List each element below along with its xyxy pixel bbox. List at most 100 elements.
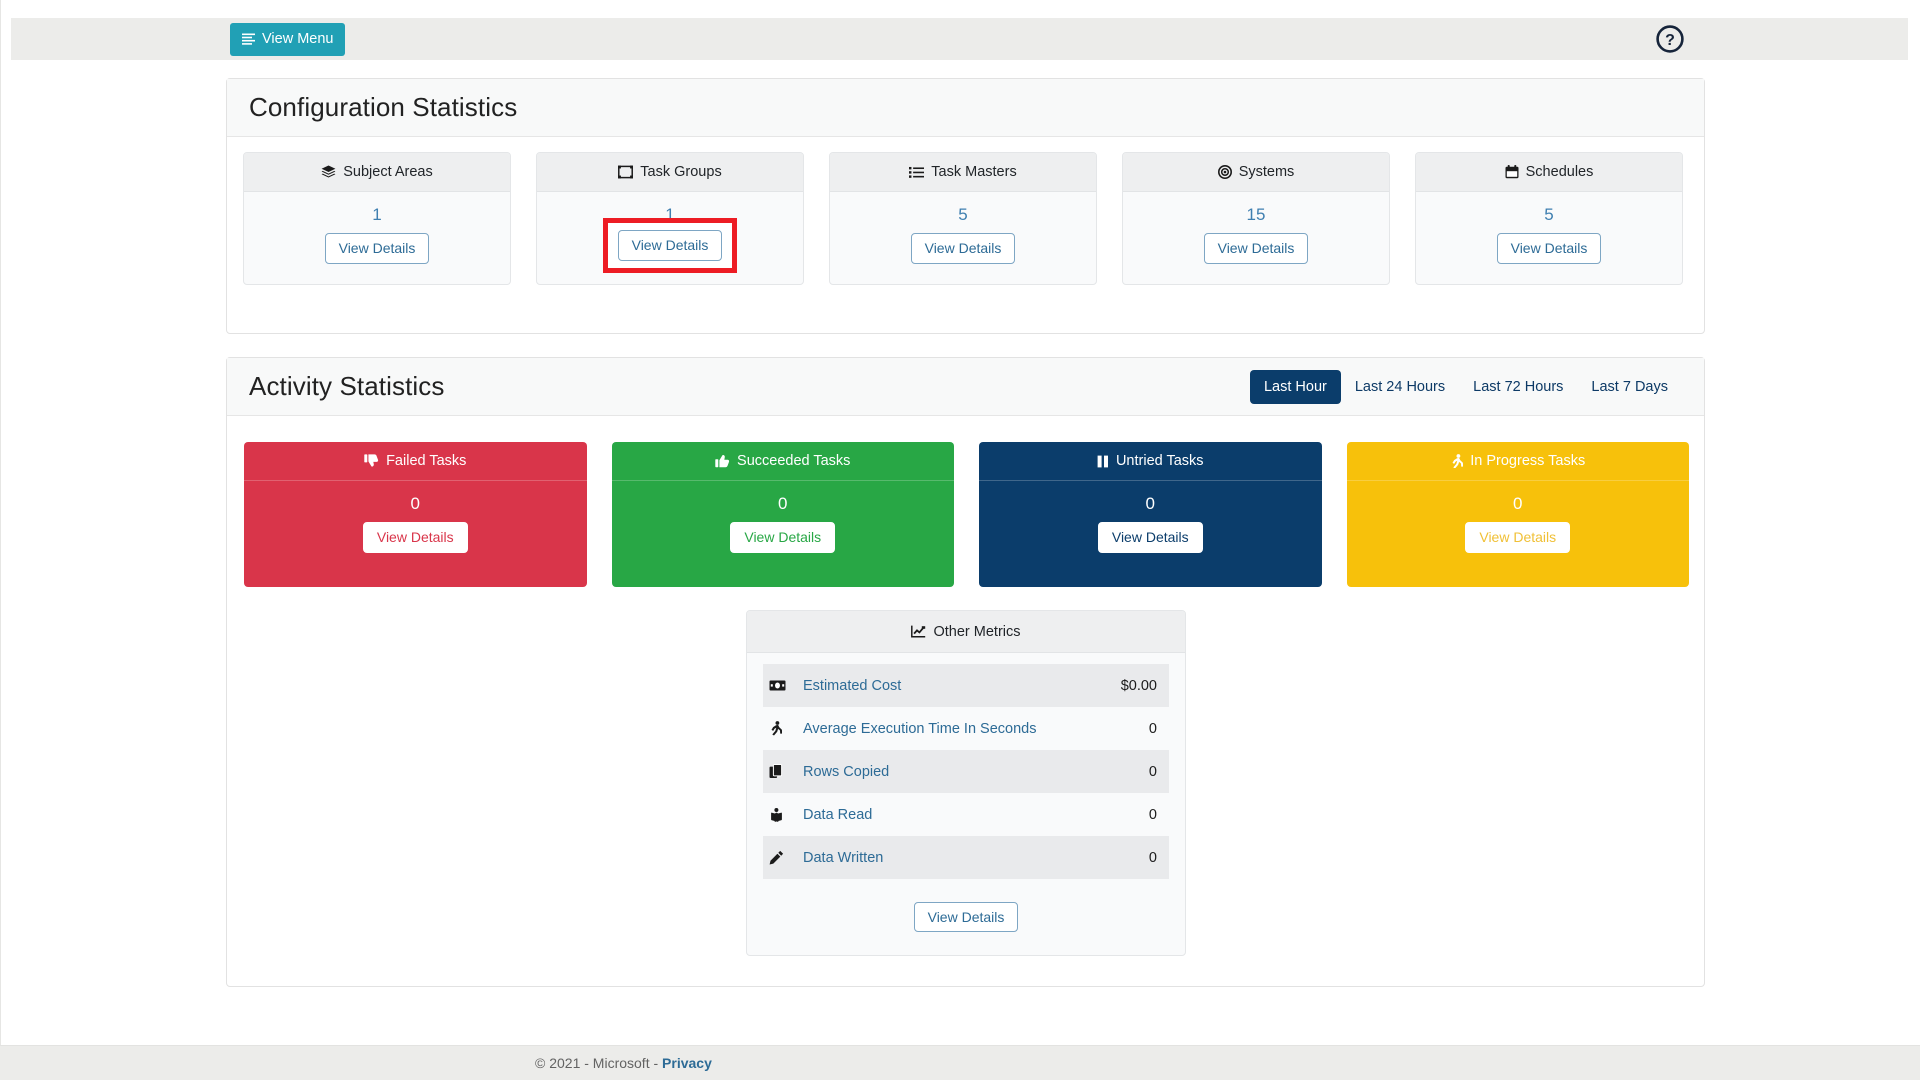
config-card-task-groups: Task Groups 1 View Details — [536, 152, 804, 285]
range-button-last-72-hours[interactable]: Last 72 Hours — [1459, 370, 1577, 404]
task-card-succeeded: Succeeded Tasks 0 View Details — [611, 442, 954, 587]
task-card-label: Succeeded Tasks — [737, 453, 851, 469]
view-details-button-subject-areas[interactable]: View Details — [324, 233, 430, 264]
config-card-body: 1 View Details — [537, 192, 803, 284]
config-card-header: Subject Areas — [244, 153, 510, 192]
task-card-label: In Progress Tasks — [1470, 453, 1586, 469]
config-card-label: Task Masters — [931, 164, 1017, 180]
view-details-button-in-progress-tasks[interactable]: View Details — [1465, 522, 1571, 553]
hamburger-icon — [242, 33, 256, 46]
other-metrics-card: Other Metrics Estimated Cost $0.00 Avera… — [746, 610, 1186, 956]
task-card-in-progress: In Progress Tasks 0 View Details — [1346, 442, 1690, 587]
config-card-header: Task Masters — [830, 153, 1096, 192]
task-card-count: 0 — [410, 494, 420, 513]
thumbs-down-icon — [364, 454, 379, 468]
view-details-button-other-metrics[interactable]: View Details — [913, 901, 1019, 933]
task-card-body: 0 View Details — [979, 481, 1322, 587]
activity-statistics-header: Activity Statistics Last Hour Last 24 Ho… — [227, 358, 1704, 416]
view-menu-label: View Menu — [262, 31, 334, 47]
config-card-header: Schedules — [1416, 153, 1682, 192]
pause-icon — [1097, 455, 1109, 468]
metric-label: Estimated Cost — [803, 677, 902, 694]
config-card-schedules: Schedules 5 View Details — [1415, 152, 1683, 285]
config-card-count: 5 — [1544, 205, 1554, 224]
range-button-last-7-days[interactable]: Last 7 Days — [1577, 370, 1682, 404]
task-card-count: 0 — [1145, 494, 1155, 513]
running-icon — [1450, 454, 1464, 468]
config-card-label: Subject Areas — [343, 164, 433, 180]
metric-label: Data Read — [803, 806, 873, 823]
object-group-icon — [618, 165, 634, 179]
activity-statistics-title: Activity Statistics — [249, 371, 445, 401]
config-card-body: 5 View Details — [830, 192, 1096, 284]
task-card-untried: Untried Tasks 0 View Details — [979, 442, 1322, 587]
help-circle-icon[interactable]: ? — [1655, 24, 1685, 54]
metric-label: Average Execution Time In Seconds — [803, 720, 1037, 737]
layers-icon — [321, 165, 336, 179]
range-button-last-24-hours[interactable]: Last 24 Hours — [1341, 370, 1459, 404]
configuration-statistics-header: Configuration Statistics — [227, 79, 1704, 137]
config-card-header: Systems — [1123, 153, 1389, 192]
configuration-statistics-title: Configuration Statistics — [249, 92, 518, 122]
chart-line-icon — [911, 625, 926, 638]
config-card-body: 1 View Details — [244, 192, 510, 284]
config-card-label: Schedules — [1525, 164, 1594, 180]
highlight-annotation-box: View Details — [603, 218, 737, 273]
activity-statistics-panel: Activity Statistics Last Hour Last 24 Ho… — [226, 357, 1705, 987]
metric-row-rows-copied: Rows Copied 0 — [763, 750, 1169, 793]
top-navigation-bar: View Menu ? — [11, 18, 1908, 60]
task-card-label: Untried Tasks — [1115, 453, 1204, 469]
task-card-label: Failed Tasks — [386, 453, 467, 469]
other-metrics-footer: View Details — [747, 879, 1185, 955]
metric-label: Data Written — [803, 849, 884, 866]
other-metrics-header: Other Metrics — [747, 611, 1185, 653]
task-card-body: 0 View Details — [1347, 481, 1690, 587]
task-card-body: 0 View Details — [244, 481, 587, 587]
metric-row-estimated-cost: Estimated Cost $0.00 — [763, 664, 1169, 707]
copyright-text: © 2021 - Microsoft - — [535, 1055, 663, 1071]
metric-value: 0 — [1148, 849, 1157, 866]
task-card-header: Untried Tasks — [979, 442, 1322, 481]
view-details-button-untried-tasks[interactable]: View Details — [1097, 522, 1203, 553]
metric-label: Rows Copied — [803, 763, 890, 780]
view-details-button-failed-tasks[interactable]: View Details — [362, 522, 468, 553]
config-card-subject-areas: Subject Areas 1 View Details — [243, 152, 511, 285]
task-card-header: In Progress Tasks — [1346, 442, 1689, 481]
task-card-count: 0 — [1513, 494, 1523, 513]
money-bill-icon — [769, 680, 803, 691]
configuration-cards-row: Subject Areas 1 View Details Task Groups… — [243, 152, 1690, 285]
task-status-cards-row: Failed Tasks 0 View Details Succeeded Ta… — [244, 442, 1689, 587]
metric-row-data-written: Data Written 0 — [763, 836, 1169, 879]
left-edge-rule — [0, 0, 1, 1045]
config-card-label: Systems — [1238, 164, 1295, 180]
bullseye-icon — [1217, 165, 1232, 179]
metric-value: 0 — [1148, 763, 1157, 780]
task-card-count: 0 — [778, 494, 788, 513]
view-details-button-systems[interactable]: View Details — [1203, 233, 1309, 264]
config-card-label: Task Groups — [640, 164, 722, 180]
config-card-header: Task Groups — [537, 153, 803, 192]
other-metrics-title: Other Metrics — [933, 623, 1021, 640]
book-reader-icon — [769, 807, 803, 822]
config-card-body: 5 View Details — [1416, 192, 1682, 284]
page-footer: © 2021 - Microsoft - Privacy — [0, 1045, 1920, 1080]
view-details-button-task-masters[interactable]: View Details — [910, 233, 1016, 264]
config-card-systems: Systems 15 View Details — [1122, 152, 1390, 285]
metric-row-data-read: Data Read 0 — [763, 793, 1169, 836]
time-range-button-group: Last Hour Last 24 Hours Last 72 Hours La… — [1249, 369, 1682, 404]
view-details-button-succeeded-tasks[interactable]: View Details — [730, 522, 836, 553]
range-button-last-hour[interactable]: Last Hour — [1249, 369, 1341, 404]
metric-value: 0 — [1148, 806, 1157, 823]
config-card-task-masters: Task Masters 5 View Details — [829, 152, 1097, 285]
task-card-failed: Failed Tasks 0 View Details — [244, 442, 587, 587]
page-root: View Menu ? Configuration Statistics Sub… — [0, 0, 1920, 1080]
view-details-button-task-groups[interactable]: View Details — [617, 230, 723, 261]
pencil-icon — [769, 850, 803, 865]
privacy-link[interactable]: Privacy — [662, 1055, 712, 1071]
calendar-icon — [1505, 165, 1519, 179]
footer-text: © 2021 - Microsoft - Privacy — [535, 1055, 712, 1071]
view-menu-button[interactable]: View Menu — [230, 22, 346, 56]
metric-row-average-execution-time: Average Execution Time In Seconds 0 — [763, 707, 1169, 750]
view-details-button-schedules[interactable]: View Details — [1496, 233, 1602, 264]
config-card-count: 5 — [958, 205, 968, 224]
